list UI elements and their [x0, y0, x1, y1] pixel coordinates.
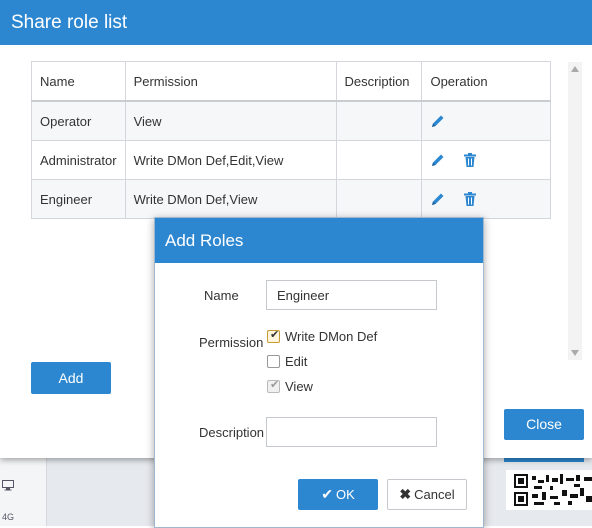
role-operations — [421, 140, 551, 180]
checkmark-icon: ✔ — [270, 329, 280, 342]
role-name: Administrator — [31, 140, 126, 180]
role-permission: Write DMon Def,View — [124, 179, 337, 219]
modal-title: Add Roles — [155, 218, 483, 263]
table-header-row: Name Permission Description Operation — [31, 61, 551, 102]
column-header-description: Description — [335, 61, 423, 102]
edit-pencil-icon[interactable] — [430, 152, 446, 168]
delete-trash-icon[interactable] — [462, 152, 478, 168]
role-operations — [421, 100, 551, 141]
vertical-scrollbar[interactable] — [568, 62, 582, 360]
column-header-operation: Operation — [421, 61, 551, 102]
close-button[interactable]: Close — [504, 409, 584, 440]
role-description — [335, 140, 423, 180]
scroll-up-arrow-icon[interactable] — [571, 66, 579, 72]
table-row[interactable]: Administrator Write DMon Def,Edit,View — [31, 140, 551, 180]
check-icon: ✔ — [321, 486, 333, 502]
table-row[interactable]: Operator View — [31, 100, 551, 141]
edit-pencil-icon[interactable] — [430, 113, 446, 129]
role-permission: Write DMon Def,Edit,View — [124, 140, 337, 180]
permission-write-dmon-def[interactable]: ✔ Write DMon Def — [267, 329, 377, 345]
permission-view: ✔ View — [267, 379, 313, 395]
scroll-down-arrow-icon[interactable] — [571, 350, 579, 356]
checkbox-label: Edit — [285, 354, 308, 369]
role-permission: View — [124, 100, 337, 141]
roles-table: Name Permission Description Operation Op… — [31, 61, 551, 219]
column-header-permission: Permission — [124, 61, 337, 102]
column-header-name: Name — [31, 61, 126, 102]
description-label: Description — [199, 425, 265, 440]
ok-button[interactable]: ✔ OK — [298, 479, 378, 510]
role-name: Operator — [31, 100, 126, 141]
role-description — [335, 179, 423, 219]
add-roles-modal: Add Roles Name Permission ✔ Write DMon De… — [154, 217, 484, 528]
network-indicator: 4G — [2, 512, 15, 522]
checkbox-write-dmon-def[interactable]: ✔ — [267, 329, 280, 344]
edit-pencil-icon[interactable] — [430, 191, 446, 207]
table-row[interactable]: Engineer Write DMon Def,View — [31, 179, 551, 219]
name-label: Name — [204, 288, 239, 303]
permission-edit[interactable]: Edit — [267, 354, 307, 370]
checkmark-icon: ✔ — [270, 379, 280, 392]
role-description — [335, 100, 423, 141]
checkbox-view: ✔ — [267, 379, 280, 394]
role-operations — [421, 179, 551, 219]
cancel-label: Cancel — [414, 487, 455, 502]
cancel-button[interactable]: ✖ Cancel — [387, 479, 467, 510]
name-input[interactable] — [266, 280, 437, 310]
close-x-icon: ✖ — [399, 486, 412, 502]
checkbox-label: View — [285, 379, 313, 394]
qr-code-image — [506, 470, 592, 510]
ok-label: OK — [335, 487, 355, 502]
description-input[interactable] — [266, 417, 437, 447]
checkbox-edit[interactable] — [267, 355, 280, 369]
checkbox-label: Write DMon Def — [285, 329, 378, 344]
monitor-icon[interactable] — [2, 480, 14, 494]
permission-label: Permission — [199, 335, 264, 350]
roles-table-container: Name Permission Description Operation Op… — [31, 61, 551, 219]
add-button[interactable]: Add — [31, 362, 111, 394]
dialog-title: Share role list — [0, 0, 592, 45]
role-name: Engineer — [31, 179, 126, 219]
delete-trash-icon[interactable] — [462, 191, 478, 207]
